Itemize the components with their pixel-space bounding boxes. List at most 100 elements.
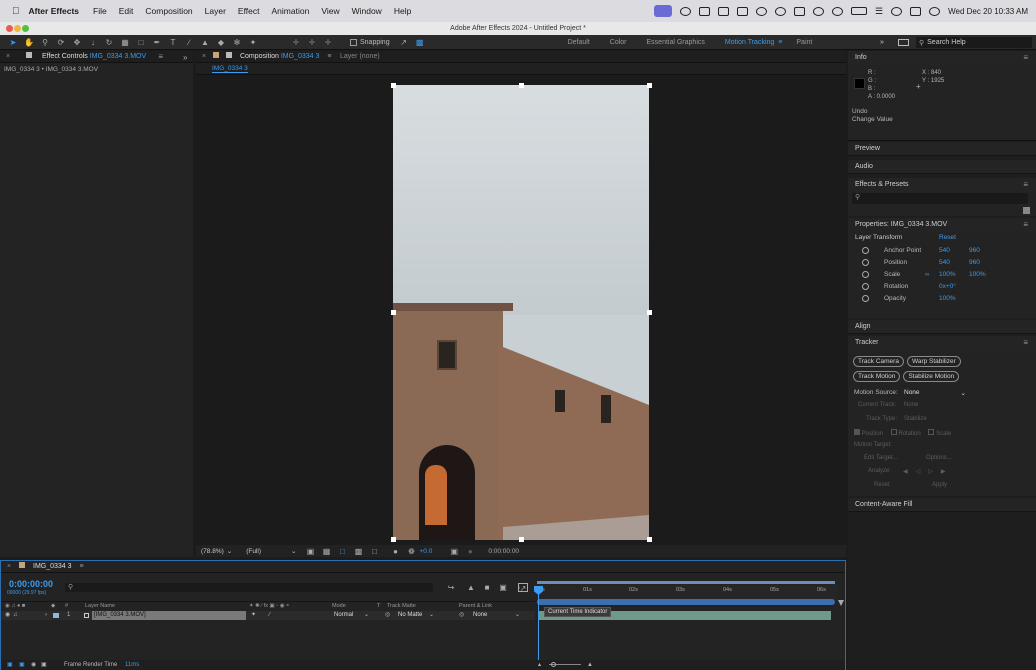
layer-label-color[interactable]	[53, 613, 59, 618]
menu-layer[interactable]: Layer	[205, 6, 226, 16]
video-icon[interactable]	[718, 6, 730, 16]
content-aware-fill-header[interactable]: Content-Aware Fill	[848, 498, 1036, 512]
workspace-motion-tracking[interactable]: Motion Tracking	[725, 39, 774, 46]
transform-handle[interactable]	[519, 537, 524, 542]
draft-3d-icon[interactable]: ▲	[466, 583, 476, 592]
transform-handle[interactable]	[519, 83, 524, 88]
activity-icon[interactable]	[775, 6, 787, 16]
axis-local-icon[interactable]: ✚	[291, 38, 301, 47]
tracker-apply-button[interactable]: Apply	[932, 482, 947, 488]
transform-handle[interactable]	[391, 537, 396, 542]
workspace-menu-icon[interactable]: ≡	[778, 39, 782, 46]
motion-source-dropdown[interactable]: None ⌄	[904, 389, 966, 397]
panel-menu-icon[interactable]: ≡	[1023, 218, 1028, 232]
composition-tab[interactable]: × Composition IMG_0334 3 ≡ Layer (none)	[196, 51, 846, 63]
work-area-slider[interactable]	[537, 599, 835, 605]
workspace-overflow-icon[interactable]: »	[880, 39, 884, 46]
parent-pickwhip-icon[interactable]: ◎	[459, 611, 464, 620]
transform-handle[interactable]	[647, 83, 652, 88]
current-track-dropdown[interactable]: None	[904, 402, 918, 408]
shy-layers-icon[interactable]: ■	[482, 583, 492, 592]
marker-icon[interactable]	[838, 600, 844, 606]
shy-switch-icon[interactable]: ✦	[251, 611, 256, 620]
lock-icon[interactable]	[226, 52, 232, 58]
transform-handle[interactable]	[391, 83, 396, 88]
property-value[interactable]: 0x+0°	[939, 281, 956, 293]
wifi-icon[interactable]: ☰	[875, 6, 883, 17]
screen-share-icon[interactable]	[654, 5, 673, 17]
composition-viewer[interactable]	[393, 85, 649, 540]
search-icon[interactable]	[891, 6, 903, 16]
magnification-dropdown[interactable]: (78.8%)	[201, 548, 224, 555]
toggle-in-out-icon[interactable]: ▣	[41, 660, 47, 670]
align-panel-header[interactable]: Align	[848, 320, 1036, 334]
zoom-out-icon[interactable]: ▴	[538, 660, 541, 670]
minimize-window-button[interactable]	[14, 25, 21, 32]
puppet-pin-tool-icon[interactable]: ✦	[248, 38, 258, 47]
zoom-in-icon[interactable]: ▲	[587, 660, 593, 670]
app-name-menu[interactable]: After Effects	[29, 6, 80, 16]
property-value-y[interactable]: 960	[969, 257, 980, 269]
parent-dropdown[interactable]: None	[473, 611, 487, 620]
stopwatch-icon[interactable]	[862, 295, 869, 302]
analyze-controls[interactable]: ◀◁▷▶	[903, 468, 953, 475]
stopwatch-icon[interactable]	[862, 271, 869, 278]
layer-mode-dropdown[interactable]: Normal	[334, 611, 353, 620]
edit-target-button[interactable]: Edit Target...	[864, 455, 898, 461]
rotation-checkbox[interactable]	[890, 429, 897, 435]
timeline-search-input[interactable]: ⚲	[65, 583, 433, 592]
close-window-button[interactable]	[6, 25, 13, 32]
menu-datetime[interactable]: Wed Dec 20 10:33 AM	[948, 7, 1028, 16]
panel-menu-icon[interactable]: ≡	[1023, 51, 1028, 65]
stabilize-motion-button[interactable]: Stabilize Motion	[903, 371, 960, 382]
drive-icon[interactable]	[737, 6, 749, 16]
audio-panel-header[interactable]: Audio	[848, 160, 1036, 174]
transform-handle[interactable]	[647, 537, 652, 542]
effects-search-input[interactable]: ⚲	[852, 193, 1028, 204]
moon-icon[interactable]	[813, 6, 825, 16]
search-help-field[interactable]: ⚲ Search Help	[916, 37, 1032, 48]
current-time-indicator[interactable]	[538, 587, 539, 667]
track-camera-button[interactable]: Track Camera	[853, 356, 904, 367]
track-matte-pickwhip-icon[interactable]: ◎	[385, 611, 390, 620]
viewer-timecode[interactable]: 0:00:00:00	[488, 548, 519, 555]
battery-icon[interactable]	[851, 7, 868, 15]
layer-row[interactable]: ◉ ♫ › 1 [IMG_0334 3.MOV] ✦ ∕ Normal ⌄ ◎ …	[1, 611, 535, 620]
close-tab-icon[interactable]: ×	[202, 53, 206, 60]
snapping-checkbox[interactable]	[350, 38, 357, 46]
orbit-tool-icon[interactable]: ⟳	[56, 38, 66, 47]
expand-layer-icon[interactable]: ›	[45, 611, 47, 620]
rotate-tool-icon[interactable]: ↻	[104, 38, 114, 47]
close-tab-icon[interactable]: ×	[6, 53, 10, 60]
comp-flowchart-icon[interactable]: ↪	[446, 583, 456, 592]
panel-menu-icon[interactable]: ≡	[79, 563, 83, 570]
frame-blending-icon[interactable]: ▣	[498, 583, 508, 592]
effect-controls-tab[interactable]: × Effect Controls IMG_0334 3.MOV ≡	[0, 51, 193, 63]
stopwatch-icon[interactable]	[862, 283, 869, 290]
clock-icon[interactable]	[832, 6, 844, 16]
axis-view-icon[interactable]: ✚	[323, 38, 333, 47]
workspace-default[interactable]: Default	[568, 39, 590, 46]
hand-tool-icon[interactable]: ✋	[24, 38, 34, 47]
toggle-render-time-icon[interactable]: ◉	[31, 660, 36, 670]
menu-animation[interactable]: Animation	[272, 6, 310, 16]
region-of-interest-icon[interactable]: ▩	[353, 547, 363, 556]
property-value[interactable]: 100%	[939, 293, 956, 305]
dropbox-icon[interactable]	[699, 6, 711, 16]
close-tab-icon[interactable]: ×	[7, 563, 11, 570]
dollar-icon[interactable]	[756, 6, 768, 16]
exposure-value[interactable]: +0.0	[419, 548, 432, 555]
menu-view[interactable]: View	[321, 6, 339, 16]
pan-tool-icon[interactable]: ✥	[72, 38, 82, 47]
snap-feature-icon[interactable]: ▩	[415, 38, 425, 47]
snap-edge-icon[interactable]: ↗	[399, 38, 409, 47]
menu-edit[interactable]: Edit	[119, 6, 134, 16]
properties-reset-link[interactable]: Reset	[939, 234, 956, 241]
siri-icon[interactable]	[929, 6, 941, 16]
show-snapshot-icon[interactable]: ●	[465, 547, 475, 556]
eraser-tool-icon[interactable]: ◆	[216, 38, 226, 47]
workspace-paint[interactable]: Paint	[796, 39, 812, 46]
brush-tool-icon[interactable]: ∕	[184, 38, 194, 47]
creative-cloud-icon[interactable]	[680, 6, 692, 16]
stopwatch-icon[interactable]	[862, 259, 869, 266]
